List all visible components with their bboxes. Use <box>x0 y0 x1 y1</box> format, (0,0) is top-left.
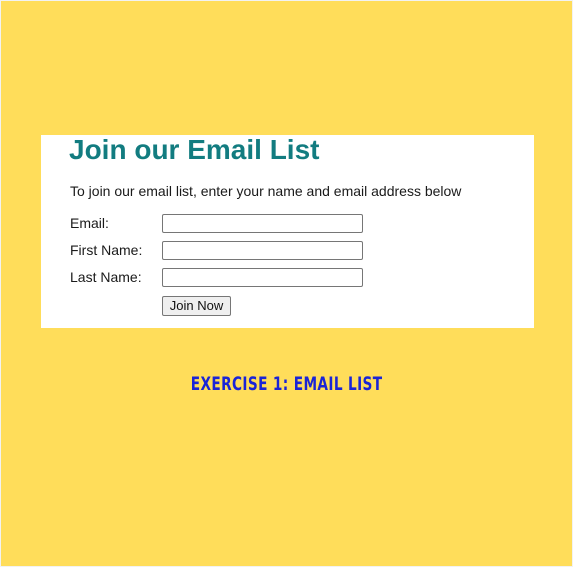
last-name-input[interactable] <box>162 268 363 287</box>
page-title: Join our Email List <box>69 134 320 165</box>
email-signup-card: Join our Email List To join our email li… <box>41 134 534 328</box>
email-label: Email: <box>70 215 109 231</box>
last-name-label: Last Name: <box>70 269 142 285</box>
join-now-button[interactable]: Join Now <box>162 296 231 316</box>
first-name-label: First Name: <box>70 242 143 258</box>
first-name-input[interactable] <box>162 241 363 260</box>
exercise-caption: EXERCISE 1: EMAIL LIST <box>190 373 383 395</box>
email-input[interactable] <box>162 214 363 233</box>
intro-text: To join our email list, enter your name … <box>70 183 462 199</box>
